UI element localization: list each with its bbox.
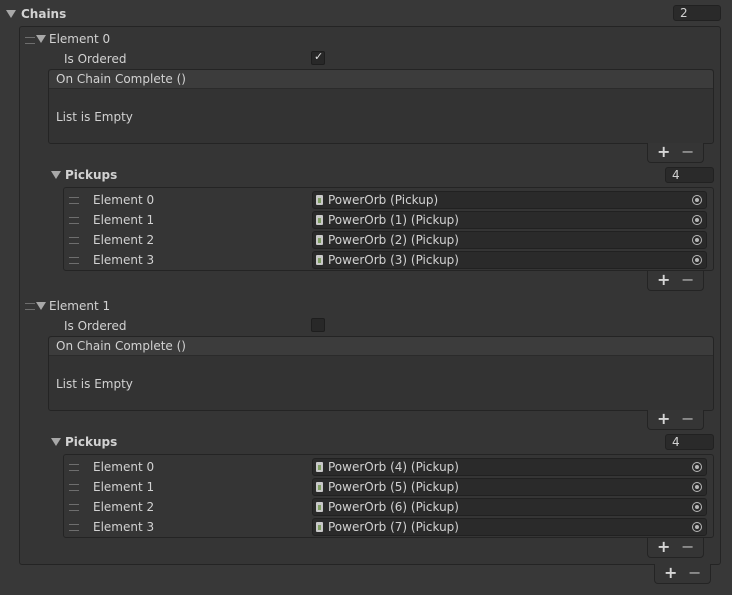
pickup-object-field[interactable]: PowerOrb (5) (Pickup) xyxy=(312,478,707,496)
object-picker-icon[interactable] xyxy=(692,522,702,532)
is-ordered-checkbox[interactable]: ✓ xyxy=(311,50,325,65)
pickups-size-field[interactable]: 4 xyxy=(665,434,714,450)
script-file-icon xyxy=(316,215,323,225)
drag-handle-icon[interactable] xyxy=(69,484,79,491)
script-file-icon xyxy=(316,482,323,492)
pickup-object-value: PowerOrb (2) (Pickup) xyxy=(328,233,459,247)
remove-button[interactable]: − xyxy=(681,144,694,160)
pickups-label: Pickups xyxy=(65,168,118,182)
event-empty-text: List is Empty xyxy=(56,110,133,124)
pickups-foldout-arrow[interactable] xyxy=(51,171,61,179)
pickups-foldout-arrow[interactable] xyxy=(51,438,61,446)
event-header: On Chain Complete () xyxy=(49,337,713,356)
chains-foldout-arrow[interactable] xyxy=(6,10,16,18)
pickup-object-value: PowerOrb (3) (Pickup) xyxy=(328,253,459,267)
pickup-object-value: PowerOrb (6) (Pickup) xyxy=(328,500,459,514)
add-button[interactable]: + xyxy=(657,411,670,427)
remove-button[interactable]: − xyxy=(688,565,701,581)
chains-size-field[interactable]: 2 xyxy=(673,5,721,21)
pickup-element-label: Element 2 xyxy=(93,233,155,247)
pickup-object-value: PowerOrb (4) (Pickup) xyxy=(328,460,459,474)
is-ordered-label: Is Ordered xyxy=(64,52,127,66)
pickup-element-label: Element 2 xyxy=(93,500,155,514)
pickups-size-field[interactable]: 4 xyxy=(665,167,714,183)
checkmark-icon: ✓ xyxy=(314,50,324,63)
pickup-object-field[interactable]: PowerOrb (Pickup) xyxy=(312,191,707,209)
object-picker-icon[interactable] xyxy=(692,235,702,245)
object-picker-icon[interactable] xyxy=(692,215,702,225)
object-picker-icon[interactable] xyxy=(692,195,702,205)
add-button[interactable]: + xyxy=(657,144,670,160)
drag-handle-icon[interactable] xyxy=(25,303,35,310)
add-button[interactable]: + xyxy=(657,272,670,288)
event-empty-text: List is Empty xyxy=(56,377,133,391)
chain-element-label: Element 0 xyxy=(49,32,111,46)
on-chain-complete-event: On Chain Complete () List is Empty xyxy=(48,336,714,411)
event-footer: + − xyxy=(647,410,704,430)
script-file-icon xyxy=(316,502,323,512)
chains-label: Chains xyxy=(21,7,67,21)
pickup-element-label: Element 1 xyxy=(93,213,155,227)
pickup-object-value: PowerOrb (1) (Pickup) xyxy=(328,213,459,227)
on-chain-complete-event: On Chain Complete () List is Empty xyxy=(48,69,714,144)
add-button[interactable]: + xyxy=(657,539,670,555)
object-picker-icon[interactable] xyxy=(692,502,702,512)
is-ordered-checkbox[interactable] xyxy=(311,318,325,332)
pickup-element-label: Element 0 xyxy=(93,460,155,474)
object-picker-icon[interactable] xyxy=(692,255,702,265)
pickup-object-value: PowerOrb (5) (Pickup) xyxy=(328,480,459,494)
drag-handle-icon[interactable] xyxy=(69,504,79,511)
script-file-icon xyxy=(316,235,323,245)
event-header: On Chain Complete () xyxy=(49,70,713,89)
remove-button[interactable]: − xyxy=(681,411,694,427)
pickup-element-label: Element 3 xyxy=(93,520,155,534)
pickup-object-value: PowerOrb (7) (Pickup) xyxy=(328,520,459,534)
drag-handle-icon[interactable] xyxy=(69,464,79,471)
script-file-icon xyxy=(316,462,323,472)
object-picker-icon[interactable] xyxy=(692,482,702,492)
script-file-icon xyxy=(316,195,323,205)
add-button[interactable]: + xyxy=(664,565,677,581)
chains-footer: + − xyxy=(654,564,711,584)
event-footer: + − xyxy=(647,143,704,163)
drag-handle-icon[interactable] xyxy=(69,197,79,204)
pickup-object-field[interactable]: PowerOrb (6) (Pickup) xyxy=(312,498,707,516)
pickup-object-value: PowerOrb (Pickup) xyxy=(328,193,439,207)
pickup-element-label: Element 1 xyxy=(93,480,155,494)
drag-handle-icon[interactable] xyxy=(69,257,79,264)
remove-button[interactable]: − xyxy=(681,272,694,288)
element-0-foldout-arrow[interactable] xyxy=(36,35,46,43)
drag-handle-icon[interactable] xyxy=(69,217,79,224)
chain-element-label: Element 1 xyxy=(49,299,111,313)
pickup-element-label: Element 3 xyxy=(93,253,155,267)
remove-button[interactable]: − xyxy=(681,539,694,555)
drag-handle-icon[interactable] xyxy=(69,524,79,531)
pickups-label: Pickups xyxy=(65,435,118,449)
object-picker-icon[interactable] xyxy=(692,462,702,472)
drag-handle-icon[interactable] xyxy=(25,37,35,44)
drag-handle-icon[interactable] xyxy=(69,237,79,244)
script-file-icon xyxy=(316,522,323,532)
pickup-object-field[interactable]: PowerOrb (3) (Pickup) xyxy=(312,251,707,269)
pickup-object-field[interactable]: PowerOrb (1) (Pickup) xyxy=(312,211,707,229)
pickup-element-label: Element 0 xyxy=(93,193,155,207)
script-file-icon xyxy=(316,255,323,265)
pickup-object-field[interactable]: PowerOrb (7) (Pickup) xyxy=(312,518,707,536)
pickups-footer: + − xyxy=(647,271,704,291)
pickup-object-field[interactable]: PowerOrb (2) (Pickup) xyxy=(312,231,707,249)
element-1-foldout-arrow[interactable] xyxy=(36,302,46,310)
pickups-footer: + − xyxy=(647,538,704,558)
pickup-object-field[interactable]: PowerOrb (4) (Pickup) xyxy=(312,458,707,476)
is-ordered-label: Is Ordered xyxy=(64,319,127,333)
